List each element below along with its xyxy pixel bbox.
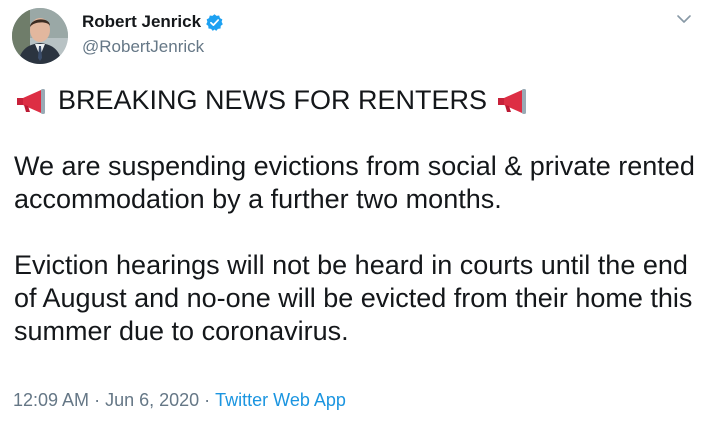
tweet-metadata: 12:09 AM · Jun 6, 2020 · Twitter Web App [13,389,346,411]
avatar-photo [12,8,68,64]
author-handle[interactable]: @RobertJenrick [82,36,224,58]
tweet-body: BREAKING NEWS FOR RENTERS We are suspend… [14,84,704,348]
tweet-paragraph-2: Eviction hearings will not be heard in c… [14,250,693,346]
tweet-time[interactable]: 12:09 AM [13,390,89,410]
verified-badge-icon [206,13,223,31]
separator-dot: · [204,390,211,410]
tweet-card: Robert Jenrick @RobertJenrick BREAKING N… [0,0,710,425]
author-avatar[interactable] [12,8,68,64]
tweet-headline: BREAKING NEWS FOR RENTERS [58,85,488,115]
author-block: Robert Jenrick @RobertJenrick [82,11,224,58]
author-display-name[interactable]: Robert Jenrick [82,11,201,33]
tweet-paragraph-1: We are suspending evictions from social … [14,151,695,214]
tweet-date[interactable]: Jun 6, 2020 [105,390,199,410]
separator-dot: · [94,390,101,410]
chevron-down-icon[interactable] [676,13,692,25]
source-app-link[interactable]: Twitter Web App [215,390,346,410]
loudspeaker-icon [498,88,527,114]
author-name-row: Robert Jenrick [82,11,224,33]
loudspeaker-icon [17,88,45,114]
tweet-headline-line: BREAKING NEWS FOR RENTERS [14,84,704,117]
